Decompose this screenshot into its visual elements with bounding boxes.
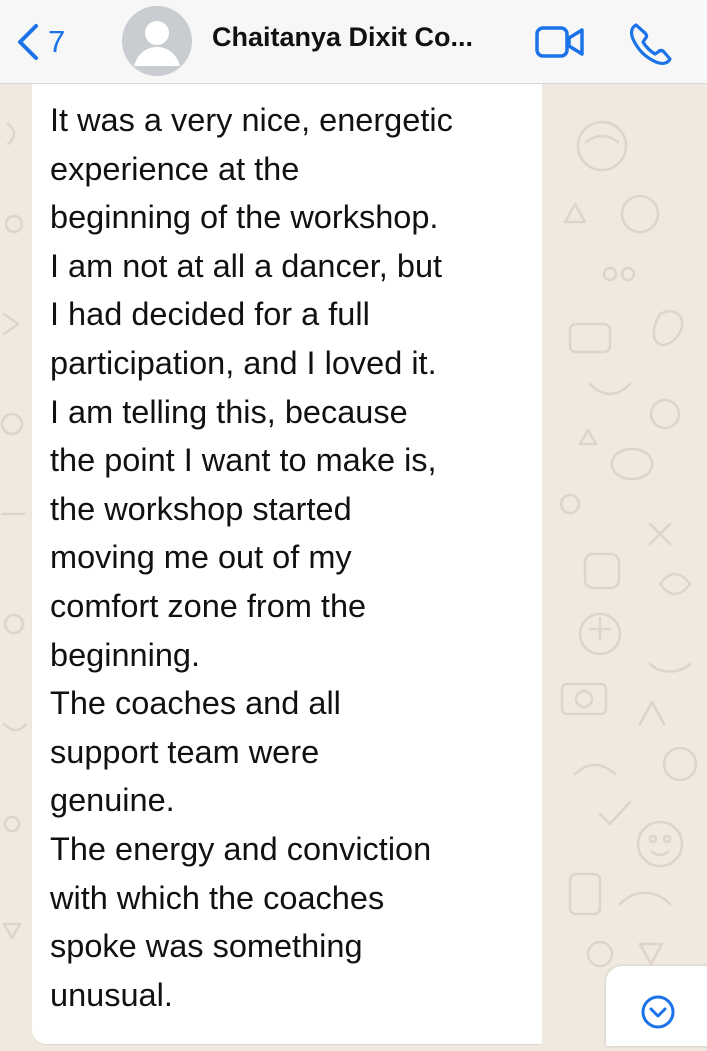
phone-icon [629,23,672,66]
chevron-left-icon [18,24,38,60]
message-text: It was a very nice, energetic experience… [50,102,453,1013]
contact-name[interactable]: Chaitanya Dixit Co... [212,22,512,53]
chat-header: 7 Chaitanya Dixit Co... [0,0,707,84]
chevron-down-circle-icon [641,995,675,1029]
message-bubble[interactable]: It was a very nice, energetic experience… [32,84,542,1044]
video-camera-icon [535,26,584,58]
video-call-button[interactable] [534,22,588,62]
scroll-to-bottom-button[interactable] [606,966,707,1046]
person-silhouette-icon [134,21,180,66]
avatar[interactable] [122,6,192,76]
voice-call-button[interactable] [626,20,672,66]
back-button[interactable]: 7 [10,16,65,68]
unread-count: 7 [48,24,66,59]
